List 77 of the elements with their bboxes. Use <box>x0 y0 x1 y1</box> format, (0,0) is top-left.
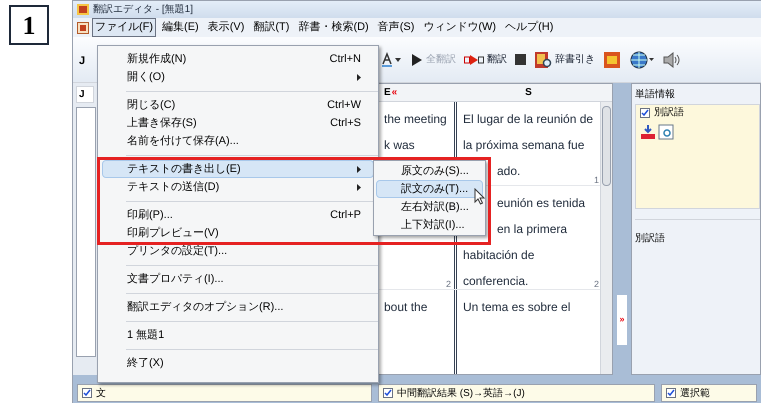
menu-item[interactable]: 上書き保存(S) Ctrl+S <box>102 114 374 132</box>
document-icon <box>77 22 89 34</box>
app-icon <box>77 4 89 15</box>
checkbox[interactable] <box>640 108 650 118</box>
menu-item[interactable]: ファイル(F) <box>92 18 156 37</box>
menu-item[interactable]: 1 無題1 <box>102 326 374 344</box>
row-number: 1 <box>594 175 599 185</box>
shortcut-label: Ctrl+P <box>330 208 361 223</box>
font-style-icon[interactable] <box>381 52 403 68</box>
play-icon <box>411 52 423 66</box>
source-text: bout the <box>384 299 428 316</box>
column-header: E <box>384 86 391 100</box>
scrollbar[interactable] <box>600 102 612 374</box>
panel-title: 単語情報 <box>635 88 676 102</box>
menu-item[interactable]: 編集(E) <box>159 18 202 37</box>
menu-item[interactable]: 音声(S) <box>374 18 418 37</box>
collapse-mark[interactable]: « <box>392 85 398 100</box>
menu-item[interactable]: ウィンドウ(W) <box>420 18 500 37</box>
menu-item[interactable]: 開く(O) <box>102 68 374 86</box>
checkbox-label: 中間翻訳結果 (S)→英語→(J) <box>397 386 525 400</box>
insert-icon[interactable] <box>640 124 656 140</box>
expand-button[interactable]: » <box>617 295 627 345</box>
menu-item[interactable]: 名前を付けて保存(A)... <box>102 132 374 150</box>
menu-item[interactable]: プリンタの設定(T)... <box>102 242 374 260</box>
target-text: El lugar de la reunión de <box>463 111 594 128</box>
target-text: habitación de <box>463 247 534 264</box>
shortcut-label: Ctrl+W <box>327 98 361 113</box>
checkbox-label: 選択範 <box>680 386 710 400</box>
checkbox[interactable] <box>82 388 92 398</box>
target-text: en la primera <box>497 221 568 238</box>
submenu-arrow-icon <box>357 166 361 172</box>
menu-item[interactable]: 表示(V) <box>204 18 248 37</box>
checkbox-label: 別訳語 <box>654 106 684 120</box>
menu-item[interactable]: テキストの書き出し(E) <box>102 160 374 178</box>
row-number: 2 <box>446 279 451 289</box>
shortcut-label: Ctrl+N <box>330 52 361 67</box>
source-text: the meeting <box>384 111 447 128</box>
menu-item[interactable]: 印刷(P)... Ctrl+P <box>102 206 374 224</box>
target-text: Un tema es sobre el <box>463 299 570 316</box>
menu-item[interactable]: 翻訳(T) <box>250 18 292 37</box>
menu-item[interactable]: 終了(X) <box>102 354 374 372</box>
menu-item[interactable]: 原文のみ(S)... <box>376 162 483 180</box>
checkbox-label: 文 <box>96 386 106 400</box>
submenu-arrow-icon <box>357 74 361 80</box>
menu-item[interactable]: 上下対訳(I)... <box>376 216 483 234</box>
pane-tab[interactable]: J <box>76 86 94 103</box>
menu-item[interactable]: 文書プロパティ(I)... <box>102 270 374 288</box>
column-header: S <box>525 86 532 100</box>
menu-item[interactable]: 左右対訳(B)... <box>376 198 483 216</box>
shortcut-label: Ctrl+S <box>330 116 361 131</box>
toolbar-button[interactable]: 辞書引き <box>534 50 595 68</box>
menu-item[interactable]: 翻訳エディタのオプション(R)... <box>102 298 374 316</box>
toolbar-button[interactable]: 翻訳 <box>464 52 507 67</box>
source-text: k was <box>384 137 415 154</box>
speaker-icon[interactable] <box>663 52 681 68</box>
translate-icon <box>464 54 484 66</box>
step-number: 1 <box>9 5 49 45</box>
list-label: 別訳語 <box>635 233 665 244</box>
target-text: la próxima semana fue <box>463 137 584 154</box>
menu-item[interactable]: 印刷プレビュー(V) <box>102 224 374 242</box>
row-number: 2 <box>594 279 599 289</box>
menu-item[interactable]: テキストの送信(D) <box>102 178 374 196</box>
menu-item[interactable]: 新規作成(N) Ctrl+N <box>102 50 374 68</box>
target-text: eunión es tenida <box>497 195 586 212</box>
checkbox[interactable] <box>383 388 393 398</box>
checkbox[interactable] <box>666 388 676 398</box>
target-text: ado. <box>497 163 520 180</box>
toolbar-label: J <box>79 54 86 66</box>
menu-item[interactable]: 閉じる(C) Ctrl+W <box>102 96 374 114</box>
target-text: conferencia. <box>463 273 528 290</box>
window-title: 翻訳エディタ - [無題1] <box>93 2 194 17</box>
dictionary-icon <box>534 50 552 68</box>
submenu-arrow-icon <box>357 184 361 190</box>
menu-item[interactable]: ヘルプ(H) <box>502 18 556 37</box>
menu-item[interactable]: 辞書・検索(D) <box>295 18 372 37</box>
globe-icon[interactable] <box>629 50 655 70</box>
menu-item[interactable]: 訳文のみ(T)... <box>376 180 483 198</box>
